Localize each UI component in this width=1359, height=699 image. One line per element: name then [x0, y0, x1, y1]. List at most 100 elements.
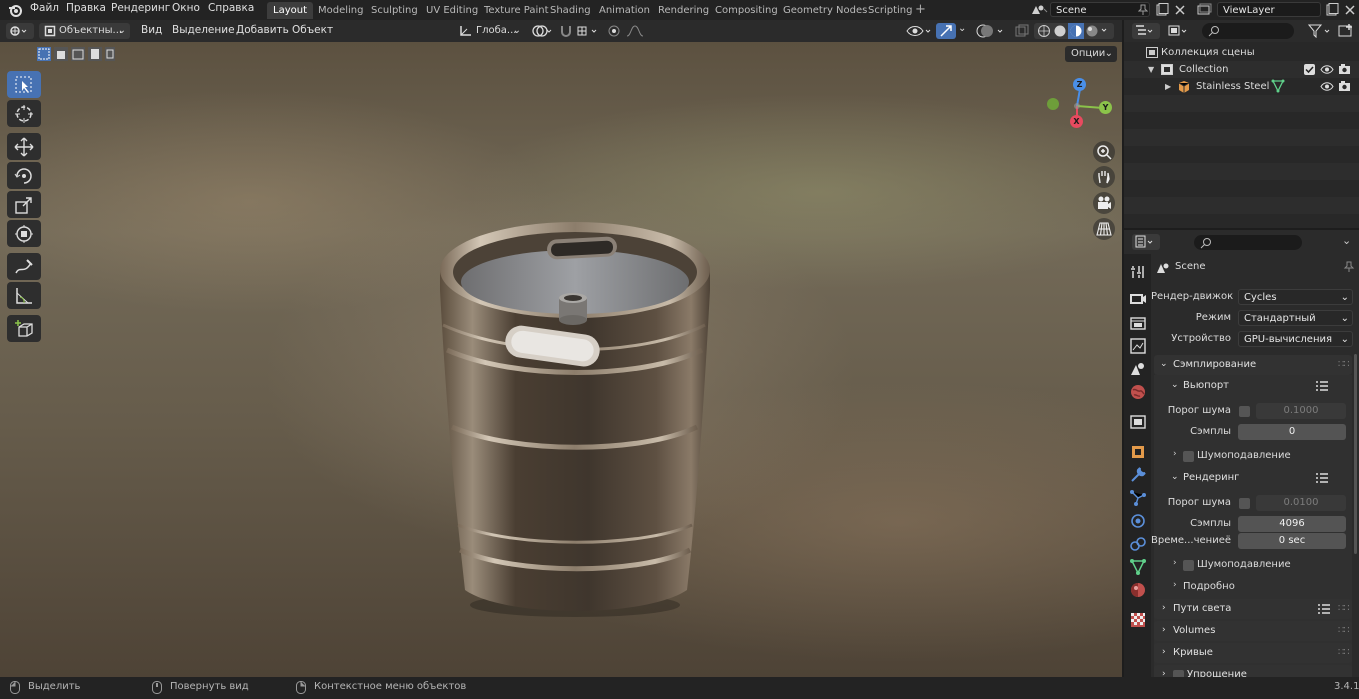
tab-compositing[interactable]: Compositing: [709, 2, 784, 19]
filter-icon[interactable]: [1308, 24, 1334, 38]
device-dropdown[interactable]: GPU-вычисления ⌄: [1238, 331, 1353, 347]
chevron-right-icon[interactable]: ›: [1173, 449, 1177, 459]
tab-uv-editing[interactable]: UV Editing: [420, 2, 484, 19]
scene-tab-icon[interactable]: [1129, 360, 1147, 378]
render-mode-dropdown[interactable]: Стандартный ⌄: [1238, 310, 1353, 326]
collection-tab-icon[interactable]: [1129, 413, 1147, 431]
z-axis-icon[interactable]: Z: [1073, 78, 1086, 91]
menu-object[interactable]: Объект: [292, 24, 333, 36]
tab-geometry-nodes[interactable]: Geometry Nodes: [777, 2, 873, 19]
presets-list-icon[interactable]: [1315, 380, 1329, 392]
pin-icon[interactable]: [1343, 261, 1355, 273]
viewport-subpanel-header[interactable]: ⌄ Вьюпорт: [1161, 376, 1351, 396]
add-workspace-icon[interactable]: +: [915, 2, 926, 17]
add-cube-tool[interactable]: [7, 315, 41, 342]
render-camera-icon[interactable]: [1338, 63, 1351, 76]
drag-handle-icon[interactable]: ∷∷: [1338, 625, 1350, 636]
presets-list-icon[interactable]: [1317, 603, 1331, 615]
visibility-icon[interactable]: [906, 24, 932, 38]
world-tab-icon[interactable]: [1129, 383, 1147, 401]
view-layer-icon[interactable]: [1196, 3, 1214, 17]
x-axis-icon[interactable]: X: [1070, 115, 1083, 128]
viewport-denoise-checkbox[interactable]: [1183, 451, 1194, 462]
transform-orientation-dropdown[interactable]: Глоба... ⌄: [456, 23, 523, 39]
delete-view-layer-icon[interactable]: [1344, 3, 1356, 17]
tab-shading[interactable]: Shading: [544, 2, 597, 19]
zoom-button[interactable]: [1093, 141, 1115, 163]
properties-editor-type-button[interactable]: [1132, 234, 1160, 250]
tab-rendering[interactable]: Rendering: [652, 2, 715, 19]
output-tab-icon[interactable]: [1129, 314, 1147, 332]
render-denoise-checkbox[interactable]: [1183, 560, 1194, 571]
display-mode-dropdown[interactable]: [1165, 23, 1195, 39]
drag-handle-icon[interactable]: ∷∷: [1338, 359, 1350, 370]
view-layer-field[interactable]: ViewLayer: [1217, 2, 1321, 17]
drag-handle-icon[interactable]: ∷∷: [1338, 647, 1350, 658]
render-tab-icon[interactable]: [1129, 291, 1147, 309]
tree-row-collection[interactable]: ▼ Collection: [1124, 61, 1359, 78]
drag-handle-icon[interactable]: ∷∷: [1338, 603, 1350, 614]
viewport-noise-threshold-field[interactable]: 0.1000: [1256, 403, 1346, 419]
menu-select[interactable]: Выделение: [172, 24, 235, 36]
scene-name-field[interactable]: Scene: [1050, 2, 1150, 17]
menu-edit[interactable]: Правка: [66, 2, 106, 14]
menu-view[interactable]: Вид: [141, 24, 162, 36]
time-limit-field[interactable]: 0 sec: [1238, 533, 1346, 549]
new-view-layer-icon[interactable]: [1325, 3, 1339, 17]
tab-layout[interactable]: Layout: [267, 2, 313, 19]
tree-row-object[interactable]: ▶ Stainless Steel: [1124, 78, 1359, 95]
chevron-right-icon[interactable]: ›: [1173, 558, 1177, 568]
menu-window[interactable]: Окно: [172, 2, 200, 14]
simplify-panel-header[interactable]: › Упрощение: [1154, 665, 1352, 677]
mode-dropdown[interactable]: Объектны... ⌄: [39, 23, 130, 39]
proportional-editing-icon[interactable]: [607, 24, 651, 38]
view-layer-tab-icon[interactable]: [1129, 337, 1147, 355]
curves-panel-header[interactable]: › Кривые ∷∷: [1154, 643, 1352, 663]
menu-help[interactable]: Справка: [208, 2, 254, 14]
chevron-down-icon[interactable]: ⌄: [958, 23, 966, 34]
render-samples-field[interactable]: 4096: [1238, 516, 1346, 532]
gizmo-toggle-button[interactable]: [936, 23, 956, 39]
eye-icon[interactable]: [1320, 64, 1334, 75]
viewport-noise-threshold-checkbox[interactable]: [1239, 406, 1250, 417]
properties-scrollbar[interactable]: [1354, 354, 1357, 554]
3d-viewport[interactable]: Опции ⌄ Z Y X: [0, 42, 1122, 677]
delete-scene-icon[interactable]: [1174, 3, 1186, 17]
chevron-down-icon[interactable]: ⌄: [1342, 234, 1351, 247]
outliner-editor-type-button[interactable]: [1132, 23, 1160, 39]
tab-scripting[interactable]: Scripting: [862, 2, 918, 19]
move-tool[interactable]: [7, 133, 41, 160]
light-paths-panel-header[interactable]: › Пути света ∷∷: [1154, 599, 1352, 619]
xray-icon[interactable]: [1015, 24, 1029, 38]
transform-tool[interactable]: [7, 220, 41, 247]
selection-mode-icons[interactable]: [36, 46, 116, 62]
texture-tab-icon[interactable]: [1129, 611, 1147, 629]
editor-type-button[interactable]: [6, 23, 34, 39]
new-scene-icon[interactable]: [1155, 3, 1169, 17]
tab-animation[interactable]: Animation: [593, 2, 656, 19]
menu-render[interactable]: Рендеринг: [111, 2, 170, 14]
exclude-checkbox[interactable]: [1304, 64, 1315, 75]
pan-button[interactable]: [1093, 166, 1115, 188]
viewport-samples-field[interactable]: 0: [1238, 424, 1346, 440]
advanced-subpanel-label[interactable]: Подробно: [1183, 581, 1235, 592]
chevron-right-icon[interactable]: ›: [1173, 580, 1177, 590]
expand-arrow-icon[interactable]: ▶: [1165, 78, 1171, 95]
sampling-panel-header[interactable]: ⌄ Сэмплирование ∷∷: [1154, 355, 1352, 375]
perspective-toggle-button[interactable]: [1093, 218, 1115, 240]
render-noise-threshold-field[interactable]: 0.0100: [1256, 495, 1346, 511]
keg-model[interactable]: [425, 170, 725, 620]
scale-tool[interactable]: [7, 191, 41, 218]
measure-tool[interactable]: [7, 282, 41, 309]
y-axis-icon[interactable]: Y: [1099, 101, 1112, 114]
menu-add[interactable]: Добавить: [236, 24, 289, 36]
render-camera-icon[interactable]: [1338, 80, 1351, 93]
mesh-data-icon[interactable]: [1271, 79, 1285, 93]
modifier-tab-icon[interactable]: [1129, 466, 1147, 484]
scene-icon[interactable]: [1030, 3, 1048, 17]
particles-tab-icon[interactable]: [1129, 489, 1147, 507]
select-box-tool[interactable]: [7, 71, 41, 98]
pin-icon[interactable]: [1138, 4, 1148, 16]
expand-arrow-icon[interactable]: ▼: [1148, 61, 1154, 78]
render-denoise-label[interactable]: Шумоподавление: [1197, 559, 1291, 570]
